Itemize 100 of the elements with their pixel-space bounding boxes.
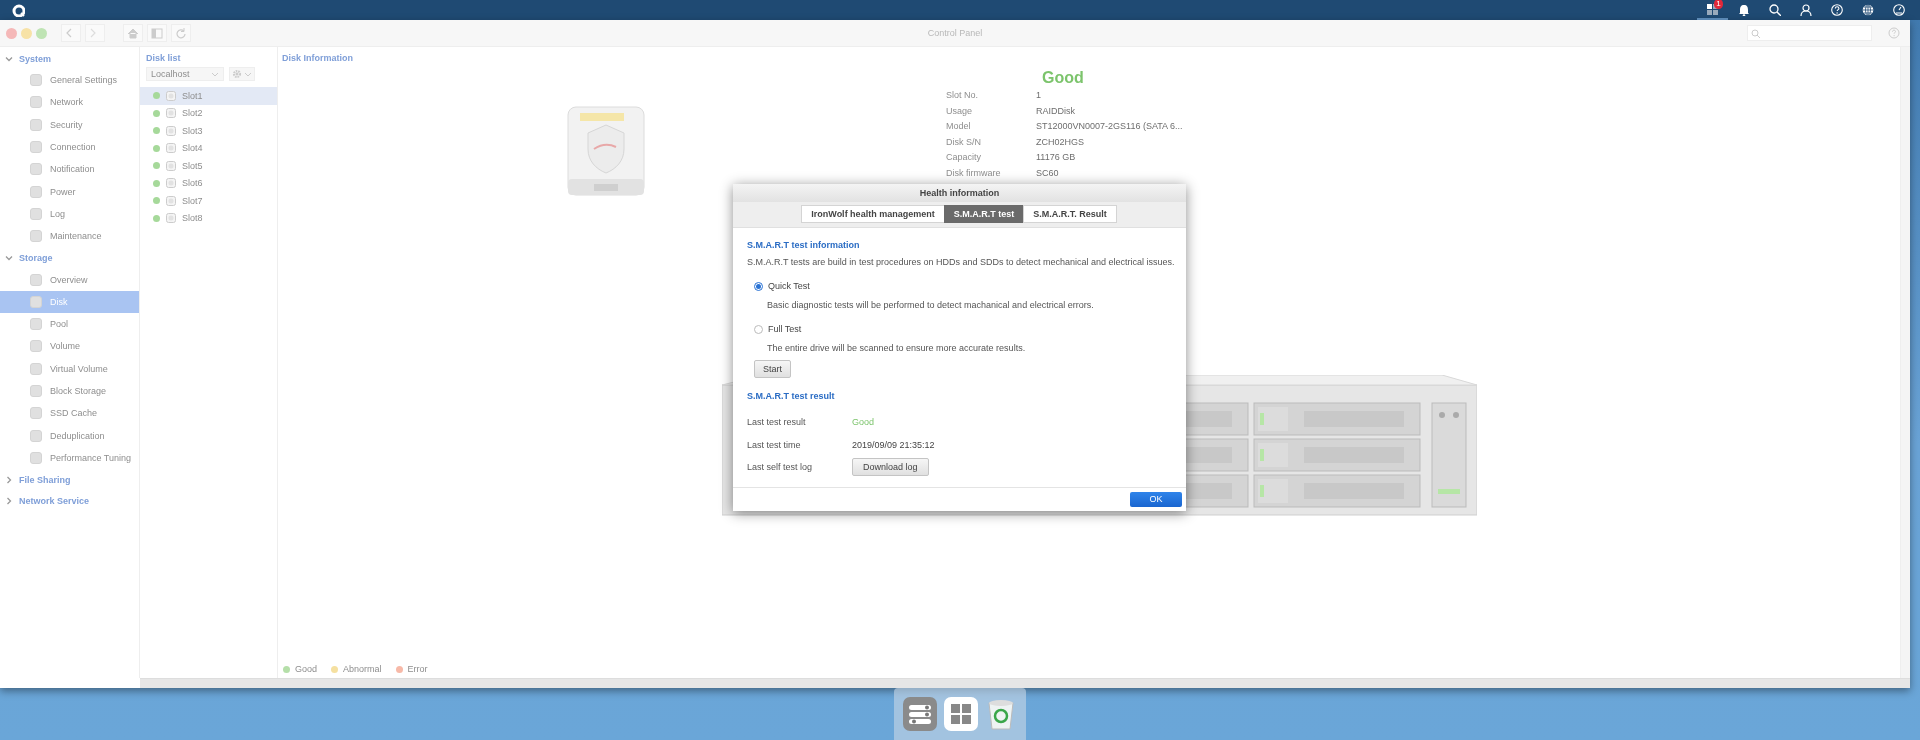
search-icon[interactable]: [1768, 4, 1781, 16]
panel-title: Disk list: [145, 53, 182, 63]
field-value: Good: [852, 417, 875, 428]
app-icon: [30, 185, 42, 198]
field-value: 2019/09/09 21:35:12: [852, 439, 935, 450]
field-value: 1: [1036, 89, 1042, 102]
start-button[interactable]: Start: [754, 360, 791, 378]
disk-slot[interactable]: Slot4: [140, 139, 277, 157]
radio-button[interactable]: [754, 324, 763, 334]
chevron-down-icon[interactable]: [5, 54, 13, 63]
field-value: RAIDDisk: [1036, 104, 1076, 118]
disk-icon: [166, 160, 176, 171]
apps-grid-icon[interactable]: [944, 697, 978, 731]
section-header[interactable]: Storage: [19, 252, 53, 263]
bell-icon[interactable]: [1737, 4, 1750, 16]
field-label: Model: [946, 120, 972, 134]
app-icon: [30, 362, 42, 375]
sidebar-item[interactable]: Notification: [0, 158, 139, 181]
scrollbar[interactable]: [140, 678, 1910, 688]
search-field[interactable]: [1747, 25, 1872, 41]
sidebar-item[interactable]: Virtual Volume: [0, 357, 139, 380]
sidebar-toggle-icon[interactable]: [151, 27, 163, 39]
option-label[interactable]: Full Test: [768, 324, 802, 334]
disk-slot[interactable]: Slot6: [140, 174, 277, 192]
tab[interactable]: IronWolf health management: [801, 205, 945, 223]
section-header[interactable]: Network Service: [19, 495, 90, 506]
app-icon: [30, 74, 42, 87]
sidebar-item[interactable]: Power: [0, 180, 139, 203]
field-label: Disk S/N: [946, 135, 982, 149]
sidebar-item[interactable]: Pool: [0, 312, 139, 336]
sidebar-item[interactable]: Performance Tuning: [0, 446, 139, 470]
window-title: Control Panel: [927, 28, 983, 38]
disk-icon: [166, 213, 176, 224]
disk-icon: [166, 195, 176, 206]
chevron-right-icon[interactable]: [5, 496, 13, 505]
notification-badge: 1: [1714, 0, 1723, 9]
app-icon: [30, 118, 42, 131]
close-button[interactable]: [6, 27, 17, 39]
legend-label: Error: [407, 664, 428, 674]
field-label: Last test time: [747, 438, 802, 452]
gauge-icon[interactable]: [1892, 4, 1905, 16]
sidebar-item[interactable]: Deduplication: [0, 424, 139, 447]
field-value: SC60: [1036, 166, 1060, 180]
disk-icon: [166, 125, 176, 136]
disk-slot[interactable]: Slot8: [140, 209, 277, 227]
disk-icon: [166, 108, 176, 119]
sidebar-item[interactable]: SSD Cache: [0, 402, 139, 425]
minimize-button[interactable]: [21, 27, 32, 39]
field-label: Disk firmware: [946, 166, 1002, 180]
settings-dropdown[interactable]: [229, 67, 255, 81]
download-log-button[interactable]: Download log: [852, 458, 929, 477]
disk-slot[interactable]: Slot7: [140, 192, 277, 210]
ok-button[interactable]: OK: [1130, 491, 1182, 507]
app-icon: [30, 207, 42, 220]
sidebar-item[interactable]: General Settings: [0, 69, 139, 92]
disk-slot[interactable]: Slot2: [140, 104, 277, 122]
option-label[interactable]: Quick Test: [768, 281, 810, 291]
tab[interactable]: S.M.A.R.T. Result: [1023, 205, 1117, 223]
globe-icon[interactable]: [1861, 4, 1874, 16]
app-icon: [30, 340, 42, 353]
control-panel-icon[interactable]: [903, 697, 938, 731]
logo-icon[interactable]: [12, 3, 25, 17]
chevron-right-icon[interactable]: [5, 475, 13, 484]
app-icon: [30, 318, 42, 331]
disk-slot[interactable]: Slot1: [140, 87, 277, 105]
app-icon: [30, 230, 42, 243]
tab[interactable]: S.M.A.R.T test: [943, 205, 1025, 223]
legend-label: Abnormal: [343, 664, 382, 674]
scrollbar[interactable]: [1900, 47, 1910, 678]
maximize-button[interactable]: [36, 27, 47, 39]
app-icon: [30, 407, 42, 420]
option-description: Basic diagnostic tests will be performed to detect machanical and electrical errors.: [767, 300, 1095, 310]
disk-slot[interactable]: Slot5: [140, 157, 277, 175]
sidebar-item[interactable]: Block Storage: [0, 379, 139, 403]
sidebar-item[interactable]: Overview: [0, 268, 139, 291]
sidebar-item[interactable]: Maintenance: [0, 225, 139, 248]
sidebar-item[interactable]: Connection: [0, 135, 139, 159]
refresh-icon[interactable]: [175, 27, 187, 39]
host-dropdown[interactable]: Localhost: [146, 67, 224, 81]
sidebar-item[interactable]: Log: [0, 202, 139, 226]
disk-slot[interactable]: Slot3: [140, 122, 277, 140]
app-icon: [30, 141, 42, 154]
chevron-down-icon[interactable]: [5, 253, 13, 262]
app-icon: [30, 385, 42, 397]
sidebar-item[interactable]: Volume: [0, 335, 139, 358]
disk-icon: [166, 90, 176, 101]
section-header[interactable]: File Sharing: [19, 474, 71, 485]
radio-button[interactable]: [754, 281, 763, 291]
app-icon: [30, 273, 42, 286]
health-status: Good: [1041, 69, 1084, 88]
section-title: S.M.A.R.T test information: [747, 240, 861, 250]
app-icon: [30, 451, 42, 464]
sidebar-item[interactable]: Network: [0, 91, 139, 114]
field-label: Capacity: [946, 151, 982, 165]
field-value: 11176 GB: [1036, 151, 1077, 165]
section-header[interactable]: System: [19, 53, 52, 64]
sidebar-item[interactable]: Security: [0, 113, 139, 136]
home-icon[interactable]: [127, 27, 139, 39]
user-icon[interactable]: [1799, 4, 1812, 16]
field-label: Usage: [946, 104, 973, 118]
